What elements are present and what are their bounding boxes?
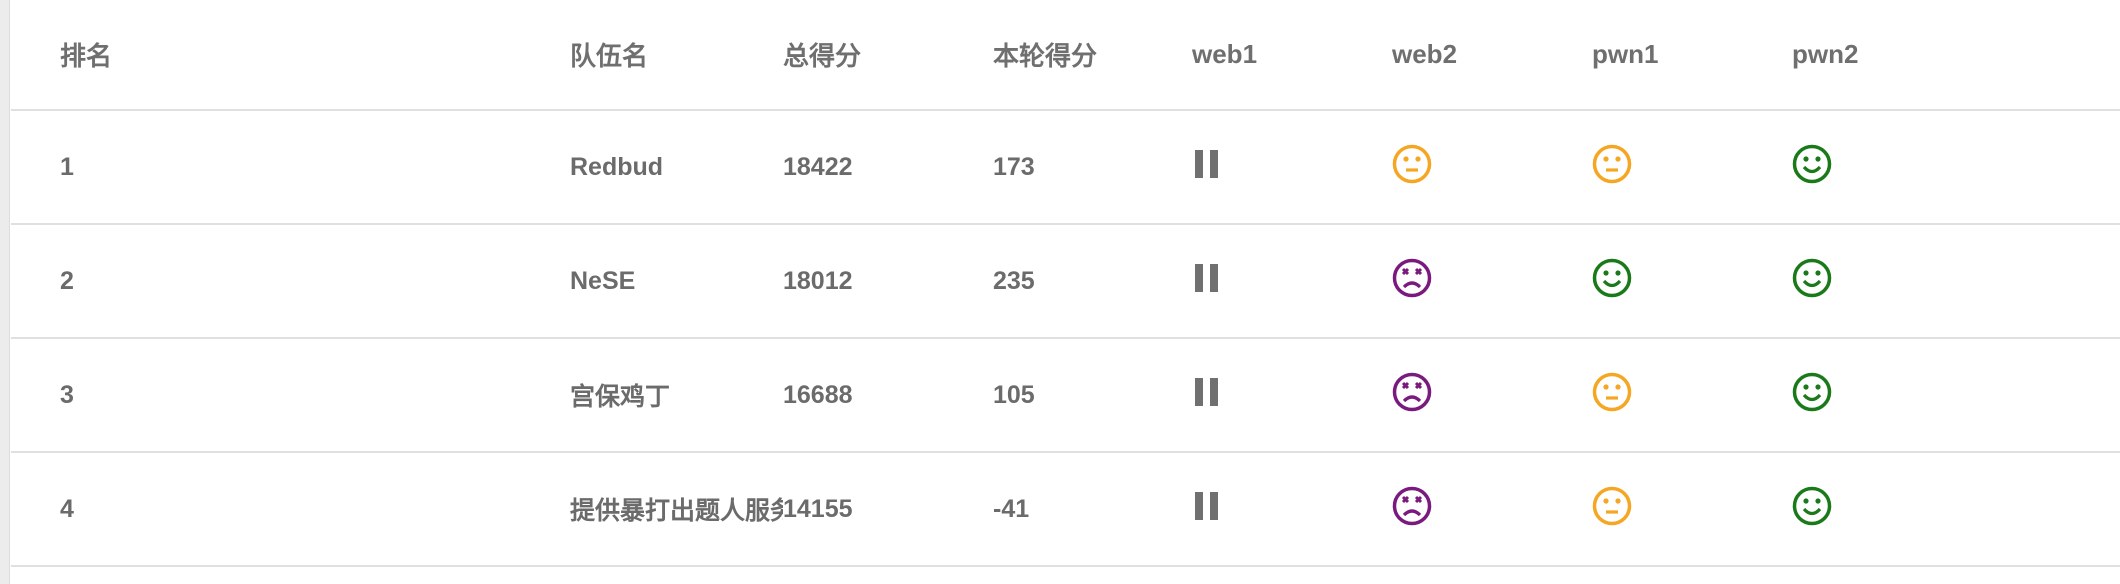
- rank-cell: 3: [60, 338, 570, 453]
- neutral-face-icon: [1592, 372, 1632, 412]
- header-web2[interactable]: web2: [1392, 0, 1592, 111]
- pwn1-status-cell: [1592, 110, 1792, 225]
- team-name[interactable]: Redbud: [570, 110, 783, 225]
- pwn2-status-cell: [1792, 452, 2120, 567]
- table-row[interactable]: 1 Redbud 18422 173: [11, 110, 2120, 225]
- scoreboard-table: 排名 队伍名 总得分 本轮得分 web1 web2 pwn1 pwn2 1 Red…: [11, 0, 2120, 567]
- header-total-score[interactable]: 总得分: [783, 0, 993, 111]
- web1-status-cell: [1192, 224, 1392, 339]
- total-score: 14155: [783, 452, 993, 567]
- table-row[interactable]: 4 提供暴打出题人服务 14155 -41: [11, 452, 2120, 567]
- web2-status-cell: [1392, 110, 1592, 225]
- web2-status-cell: [1392, 338, 1592, 453]
- header-pwn2[interactable]: pwn2: [1792, 0, 2120, 111]
- total-score: 18012: [783, 224, 993, 339]
- header-round-score[interactable]: 本轮得分: [993, 0, 1192, 111]
- header-team[interactable]: 队伍名: [570, 0, 783, 111]
- team-name[interactable]: 宫保鸡丁: [570, 338, 783, 453]
- pause-icon: [1192, 262, 1222, 294]
- round-score: 235: [993, 224, 1192, 339]
- left-divider: [0, 0, 10, 584]
- neutral-face-icon: [1592, 486, 1632, 526]
- pwn1-status-cell: [1592, 452, 1792, 567]
- smile-face-icon: [1792, 486, 1832, 526]
- smile-face-icon: [1592, 258, 1632, 298]
- rank-cell: 1: [60, 110, 570, 225]
- neutral-face-icon: [1392, 144, 1432, 184]
- rank-cell: 2: [60, 224, 570, 339]
- header-pwn1[interactable]: pwn1: [1592, 0, 1792, 111]
- total-score: 18422: [783, 110, 993, 225]
- smile-face-icon: [1792, 258, 1832, 298]
- team-name[interactable]: 提供暴打出题人服务: [570, 452, 783, 567]
- pause-icon: [1192, 376, 1222, 408]
- dead-face-icon: [1392, 372, 1432, 412]
- pwn1-status-cell: [1592, 224, 1792, 339]
- dead-face-icon: [1392, 258, 1432, 298]
- table-row[interactable]: 3 宫保鸡丁 16688 105: [11, 338, 2120, 453]
- pwn2-status-cell: [1792, 224, 2120, 339]
- header-rank[interactable]: 排名: [60, 0, 570, 111]
- pause-icon: [1192, 490, 1222, 522]
- table-row[interactable]: 2 NeSE 18012 235: [11, 224, 2120, 339]
- total-score: 16688: [783, 338, 993, 453]
- pwn1-status-cell: [1592, 338, 1792, 453]
- table-header-row: 排名 队伍名 总得分 本轮得分 web1 web2 pwn1 pwn2: [11, 0, 2120, 111]
- web2-status-cell: [1392, 452, 1592, 567]
- round-score: 105: [993, 338, 1192, 453]
- header-web1[interactable]: web1: [1192, 0, 1392, 111]
- smile-face-icon: [1792, 144, 1832, 184]
- smile-face-icon: [1792, 372, 1832, 412]
- round-score: 173: [993, 110, 1192, 225]
- web1-status-cell: [1192, 110, 1392, 225]
- round-score: -41: [993, 452, 1192, 567]
- web1-status-cell: [1192, 338, 1392, 453]
- dead-face-icon: [1392, 486, 1432, 526]
- pwn2-status-cell: [1792, 338, 2120, 453]
- team-name[interactable]: NeSE: [570, 224, 783, 339]
- neutral-face-icon: [1592, 144, 1632, 184]
- rank-cell: 4: [60, 452, 570, 567]
- pause-icon: [1192, 148, 1222, 180]
- web1-status-cell: [1192, 452, 1392, 567]
- web2-status-cell: [1392, 224, 1592, 339]
- pwn2-status-cell: [1792, 110, 2120, 225]
